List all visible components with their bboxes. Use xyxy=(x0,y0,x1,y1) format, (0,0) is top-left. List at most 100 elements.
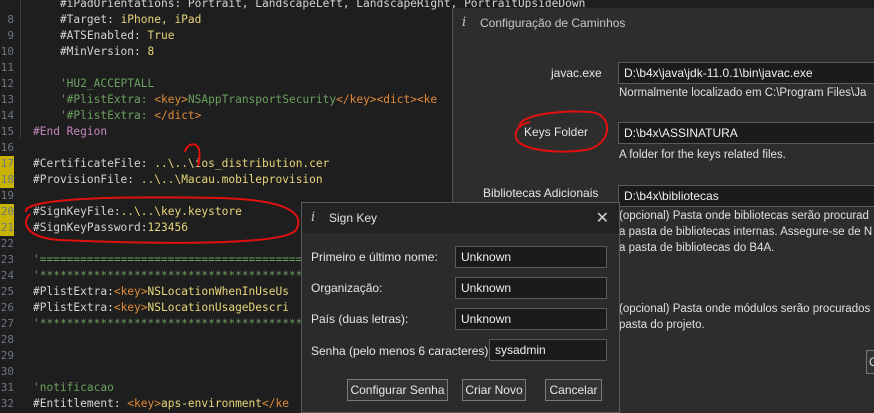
line-number: 9 xyxy=(7,29,14,42)
organization-input[interactable]: Unknown xyxy=(455,277,607,299)
code-token: <key> xyxy=(154,93,188,106)
code-text: 'HU2_ACCEPTALL xyxy=(33,77,155,90)
libraries-hint-1: (opcional) Pasta onde bibliotecas serão … xyxy=(619,210,869,222)
code-text: #SignKeyFile:..\..\key.keystore xyxy=(33,204,242,220)
javac-path-input[interactable]: D:\b4x\java\jdk-11.0.1\bin\javac.exe xyxy=(618,62,874,84)
javac-hint: Normalmente localizado em C:\Program Fil… xyxy=(619,87,867,99)
code-text: #Target: iPhone, iPad xyxy=(33,12,201,28)
paths-dialog-titlebar: i Configuração de Caminhos xyxy=(453,8,874,38)
code-text: #ProvisionFile: ..\..\Macau.mobileprovis… xyxy=(33,172,323,188)
paths-dialog-title: Configuração de Caminhos xyxy=(480,16,626,30)
line-number: 27 xyxy=(0,317,14,330)
line-number: 8 xyxy=(7,13,14,26)
code-text: #End Region xyxy=(33,125,108,138)
info-icon: i xyxy=(311,210,316,225)
line-number: 25 xyxy=(0,285,14,298)
line-number: 32 xyxy=(0,397,14,410)
code-token: #CertificateFile: xyxy=(33,157,155,170)
code-text: '#PlistExtra: </dict> xyxy=(33,108,201,124)
code-token: #SignKeyFile: xyxy=(33,205,121,218)
keys-folder-input[interactable]: D:\b4x\ASSINATURA xyxy=(618,122,874,144)
line-number: 22 xyxy=(0,237,14,250)
code-text: #SignKeyPassword:123456 xyxy=(33,220,188,236)
line-number: 30 xyxy=(0,365,14,378)
code-token: ..\..\key.keystore xyxy=(120,205,242,218)
line-number: 23 xyxy=(0,253,14,266)
sign-key-dialog: i Sign Key ✕ Primeiro e último nome: Unk… xyxy=(301,202,620,413)
code-token: #PlistExtra: xyxy=(33,285,114,298)
cancel-button[interactable]: Cancelar xyxy=(545,379,602,401)
paths-dialog-button-partial[interactable]: C xyxy=(866,350,874,374)
line-number: 24 xyxy=(0,269,14,282)
libraries-label: Bibliotecas Adicionais xyxy=(483,186,599,200)
password-label: Senha (pelo menos 6 caracteres): xyxy=(311,344,492,358)
line-number: 20 xyxy=(0,205,14,218)
close-icon[interactable]: ✕ xyxy=(596,208,609,228)
code-text: '#PlistExtra: <key>NSAppTransportSecurit… xyxy=(33,92,437,108)
name-input[interactable]: Unknown xyxy=(455,246,607,268)
code-token: #PlistExtra: xyxy=(33,301,114,314)
code-token: <key> xyxy=(113,301,148,314)
line-number: 29 xyxy=(0,349,14,362)
line-number: 28 xyxy=(0,333,14,346)
code-token: NSLocationWhenInUseUs xyxy=(147,285,289,298)
code-text: #ATSEnabled: True xyxy=(33,28,175,44)
code-token: '#PlistExtra: xyxy=(33,109,155,122)
modules-hint-2: pasta do projeto. xyxy=(619,319,705,331)
code-text: #MinVersion: 8 xyxy=(33,44,154,60)
sign-key-title: Sign Key xyxy=(329,211,378,225)
line-number: 21 xyxy=(0,221,14,234)
configure-password-button[interactable]: Configurar Senha xyxy=(347,379,448,401)
code-text: 'notificacao xyxy=(33,381,114,394)
code-token: ..\..\Macau.mobileprovision xyxy=(140,173,323,186)
line-number: 19 xyxy=(0,189,14,202)
line-number: 13 xyxy=(0,93,14,106)
code-token: iPhone, iPad xyxy=(120,13,202,26)
code-token: 123456 xyxy=(147,221,188,234)
code-text: #CertificateFile: ..\..\ios_distribution… xyxy=(33,156,329,172)
country-label: País (duas letras): xyxy=(311,312,409,326)
libraries-input[interactable]: D:\b4x\bibliotecas xyxy=(618,185,874,207)
code-token: NSAppTransportSecurity xyxy=(187,93,337,106)
code-token: #ProvisionFile: xyxy=(33,173,141,186)
code-token: NSLocationUsageDescri xyxy=(147,301,289,314)
code-token: <key> xyxy=(113,285,148,298)
line-number: 10 xyxy=(0,45,14,58)
line-number: 17 xyxy=(0,157,14,170)
password-input[interactable]: sysadmin xyxy=(489,339,607,361)
country-input[interactable]: Unknown xyxy=(455,308,607,330)
sign-key-titlebar: i Sign Key ✕ xyxy=(302,203,619,233)
line-number: 26 xyxy=(0,301,14,314)
code-token: aps-environment xyxy=(160,397,263,410)
line-number: 18 xyxy=(0,173,14,186)
create-new-button[interactable]: Criar Novo xyxy=(462,379,526,401)
libraries-hint-2: a pasta de bibliotecas internas. Assegur… xyxy=(619,226,873,238)
code-token: #Target: xyxy=(33,13,121,26)
libraries-hint-3: a pasta de bibliotecas do B4A. xyxy=(619,242,775,254)
code-text: #PlistExtra:<key>NSLocationWhenInUseUs xyxy=(33,284,289,300)
keys-folder-label: Keys Folder xyxy=(524,125,589,139)
code-token: '#PlistExtra: xyxy=(33,93,155,106)
organization-label: Organização: xyxy=(311,281,383,295)
line-number: 16 xyxy=(0,141,14,154)
code-text: #PlistExtra:<key>NSLocationUsageDescri xyxy=(33,300,289,316)
keys-folder-hint: A folder for the keys related files. xyxy=(619,149,786,161)
code-token: </key><dict><ke xyxy=(336,93,438,106)
code-token: #MinVersion: xyxy=(33,45,148,58)
line-number: 31 xyxy=(0,381,14,394)
code-token: True xyxy=(147,29,175,42)
line-number: 15 xyxy=(0,125,14,138)
info-icon: i xyxy=(462,15,467,30)
code-token: #ATSEnabled: xyxy=(33,29,148,42)
code-token: #Entitlement: xyxy=(33,397,128,410)
line-number: 12 xyxy=(0,77,14,90)
line-number: 11 xyxy=(0,61,14,74)
name-label: Primeiro e último nome: xyxy=(311,250,438,264)
line-number: 14 xyxy=(0,109,14,122)
code-token: #SignKeyPassword: xyxy=(33,221,148,234)
code-token: 8 xyxy=(147,45,155,58)
code-token: ..\..\ios_distribution.cer xyxy=(154,157,330,170)
code-token: </dict> xyxy=(154,109,202,122)
javac-label: javac.exe xyxy=(551,66,602,80)
code-text: #Entitlement: <key>aps-environment</ke xyxy=(33,396,289,412)
